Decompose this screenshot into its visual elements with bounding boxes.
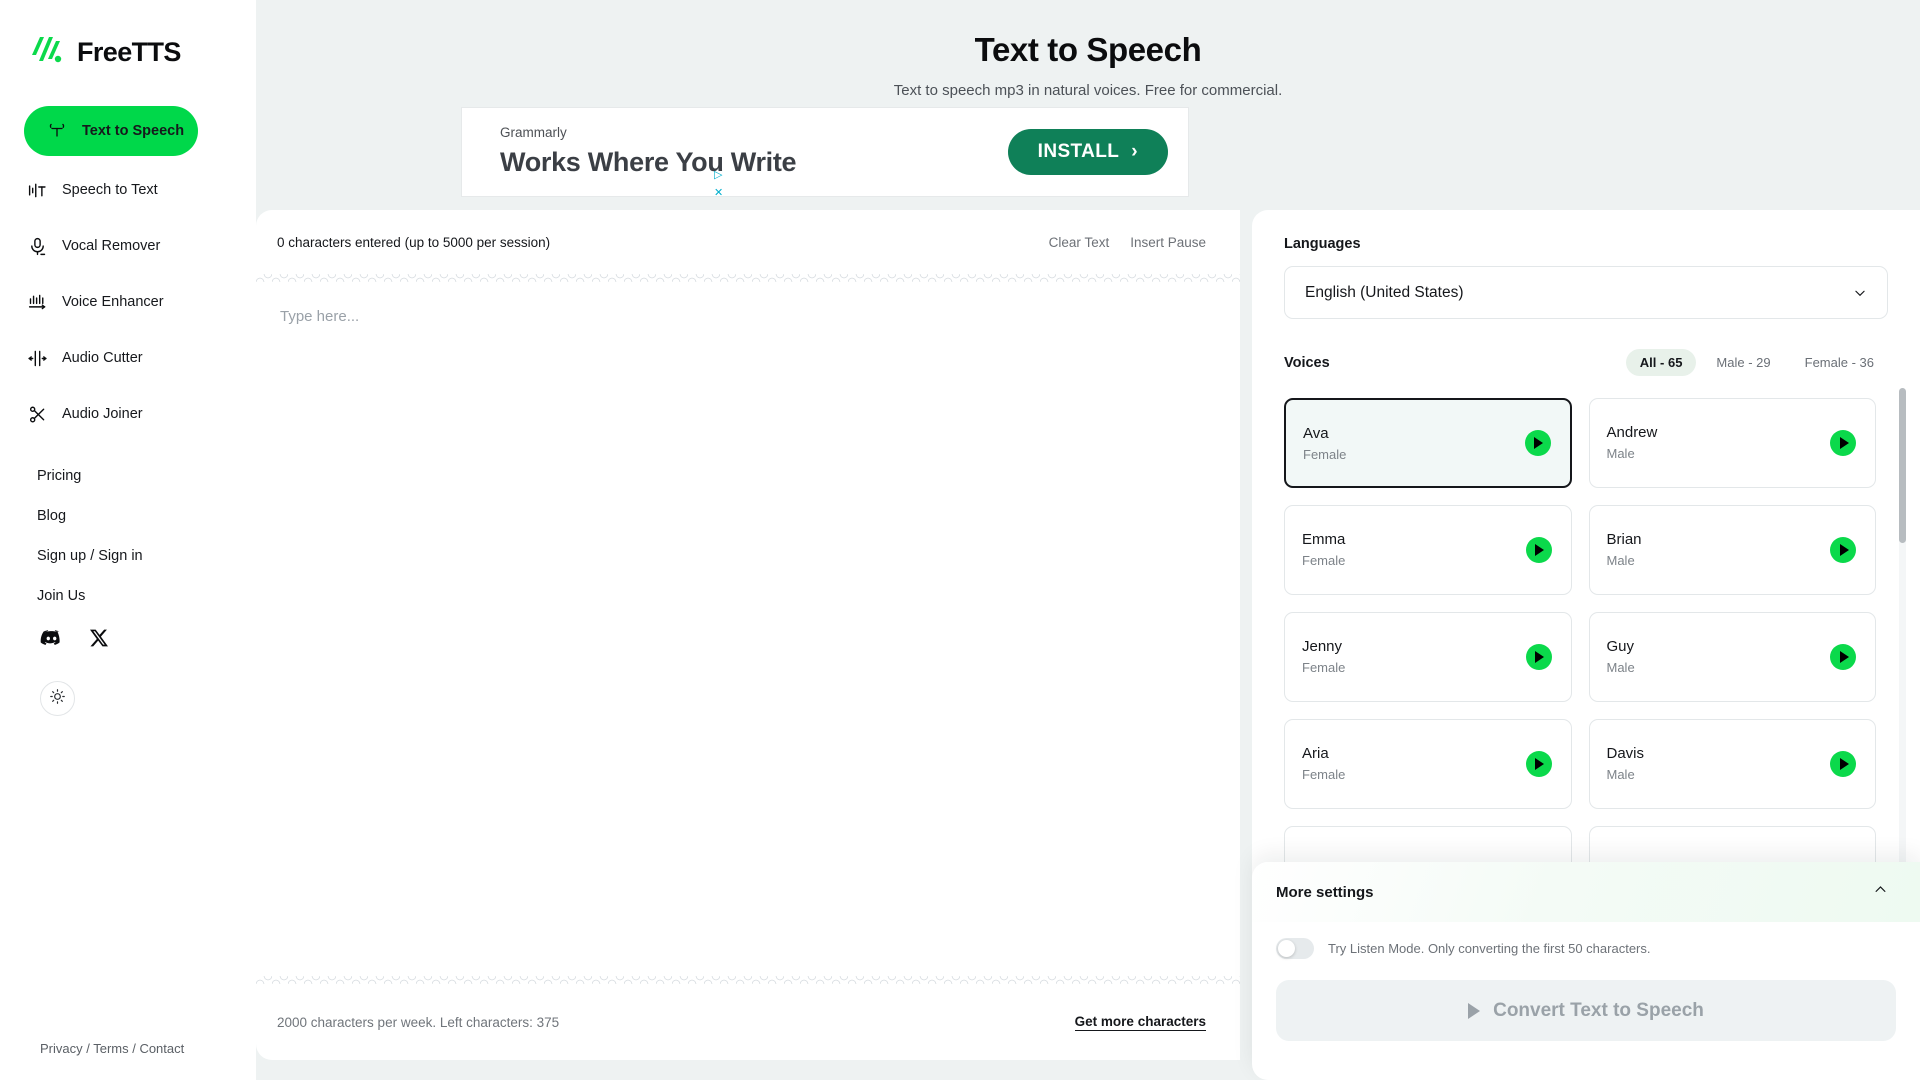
ad-text: Grammarly Works Where You Write bbox=[462, 124, 1008, 179]
voice-enhancer-icon bbox=[26, 291, 48, 313]
sidebar-link-blog[interactable]: Blog bbox=[37, 508, 230, 524]
sidebar-item-label: Voice Enhancer bbox=[62, 294, 164, 310]
sidebar-item-audio-cutter[interactable]: Audio Cutter bbox=[26, 338, 230, 378]
sidebar-item-audio-joiner[interactable]: Audio Joiner bbox=[26, 394, 230, 434]
voice-card-jenny[interactable]: Jenny Female bbox=[1284, 612, 1572, 702]
adchoices-icon[interactable]: ▷ bbox=[714, 168, 722, 181]
play-icon[interactable] bbox=[1525, 537, 1552, 563]
voices-header: Voices All - 65 Male - 29 Female - 36 bbox=[1284, 349, 1888, 376]
sidebar-item-label: Vocal Remover bbox=[62, 238, 161, 254]
languages-label: Languages bbox=[1284, 236, 1361, 252]
language-selected-value: English (United States) bbox=[1305, 283, 1464, 301]
sidebar-item-vocal-remover[interactable]: Vocal Remover bbox=[26, 226, 230, 266]
voice-card-davis[interactable]: Davis Male bbox=[1588, 719, 1876, 809]
ad-brand: Grammarly bbox=[500, 124, 567, 140]
ad-banner[interactable]: Grammarly Works Where You Write INSTALL … bbox=[461, 107, 1189, 197]
chevron-down-icon bbox=[1853, 286, 1867, 300]
voices-scrollbar-thumb[interactable] bbox=[1899, 388, 1906, 543]
sidebar-item-voice-enhancer[interactable]: Voice Enhancer bbox=[26, 282, 230, 322]
voices-label: Voices bbox=[1284, 354, 1330, 371]
sidebar-item-label: Speech to Text bbox=[62, 182, 158, 198]
voice-card-emma[interactable]: Emma Female bbox=[1284, 505, 1572, 595]
theme-toggle-button[interactable] bbox=[40, 681, 75, 716]
sidebar-nav: Text to Speech Speech to Text Vocal Remo… bbox=[0, 106, 256, 604]
sidebar-link-pricing[interactable]: Pricing bbox=[37, 468, 230, 484]
ad-install-label: INSTALL bbox=[1037, 141, 1120, 162]
text-input-area[interactable]: Type here... bbox=[256, 282, 1240, 976]
divider-wavy-bottom bbox=[256, 976, 1240, 984]
filter-all[interactable]: All - 65 bbox=[1625, 349, 1697, 376]
filter-female[interactable]: Female - 36 bbox=[1791, 349, 1888, 376]
ad-install-button[interactable]: INSTALL › bbox=[1007, 129, 1168, 175]
sidebar-item-text-to-speech[interactable]: Text to Speech bbox=[24, 106, 198, 156]
chevron-up-icon[interactable] bbox=[1873, 882, 1888, 902]
divider-wavy-top bbox=[256, 274, 1240, 282]
voice-grid: Ava Female Andrew Male Emma Female Brian… bbox=[1284, 398, 1876, 916]
voice-card-brian[interactable]: Brian Male bbox=[1588, 505, 1876, 595]
listen-mode-label: Try Listen Mode. Only converting the fir… bbox=[1328, 941, 1651, 956]
voice-card-andrew[interactable]: Andrew Male bbox=[1588, 398, 1876, 488]
more-settings-header[interactable]: More settings bbox=[1252, 862, 1920, 922]
sidebar-footer-links[interactable]: Privacy / Terms / Contact bbox=[40, 1041, 184, 1056]
speech-to-text-icon bbox=[26, 179, 48, 201]
more-settings-title: More settings bbox=[1276, 883, 1374, 901]
sidebar-item-label: Audio Cutter bbox=[62, 350, 143, 366]
text-editor-panel: 0 characters entered (up to 5000 per ses… bbox=[256, 210, 1240, 1060]
sidebar-link-join-us[interactable]: Join Us bbox=[37, 588, 230, 604]
sidebar-item-label: Text to Speech bbox=[82, 123, 185, 139]
editor-actions: Clear Text Insert Pause bbox=[1049, 235, 1206, 250]
play-icon[interactable] bbox=[1525, 644, 1552, 670]
social-links bbox=[40, 628, 256, 653]
brand[interactable]: FreeTTS bbox=[0, 0, 256, 78]
play-icon[interactable] bbox=[1525, 751, 1552, 777]
text-input-placeholder: Type here... bbox=[280, 308, 360, 325]
close-icon[interactable]: ✕ bbox=[714, 186, 723, 199]
sidebar-item-label: Audio Joiner bbox=[62, 406, 143, 422]
get-more-characters-link[interactable]: Get more characters bbox=[1074, 1014, 1206, 1031]
freetts-logo-icon bbox=[26, 33, 66, 71]
discord-icon[interactable] bbox=[40, 629, 63, 652]
page-title: Text to Speech bbox=[974, 31, 1202, 68]
sidebar: FreeTTS Text to Speech Speech to Text Vo… bbox=[0, 0, 256, 1080]
voice-settings-inner: Languages English (United States) Voices… bbox=[1252, 210, 1920, 916]
play-icon[interactable] bbox=[1830, 644, 1856, 670]
play-icon bbox=[1468, 1002, 1481, 1019]
character-count-label: 0 characters entered (up to 5000 per ses… bbox=[277, 234, 551, 250]
editor-toolbar: 0 characters entered (up to 5000 per ses… bbox=[256, 210, 1240, 274]
voice-filter-pills: All - 65 Male - 29 Female - 36 bbox=[1625, 349, 1888, 376]
voice-card-aria[interactable]: Aria Female bbox=[1284, 719, 1572, 809]
convert-button-label: Convert Text to Speech bbox=[1493, 999, 1704, 1021]
play-icon[interactable] bbox=[1830, 751, 1856, 777]
listen-mode-toggle[interactable] bbox=[1276, 938, 1314, 959]
app-root: FreeTTS Text to Speech Speech to Text Vo… bbox=[0, 0, 1920, 1080]
sun-icon bbox=[49, 688, 66, 710]
sidebar-item-speech-to-text[interactable]: Speech to Text bbox=[26, 170, 230, 210]
x-twitter-icon[interactable] bbox=[89, 628, 109, 653]
filter-male[interactable]: Male - 29 bbox=[1702, 349, 1784, 376]
audio-cutter-icon bbox=[26, 347, 48, 369]
editor-footer: 2000 characters per week. Left character… bbox=[256, 984, 1240, 1060]
text-to-speech-icon bbox=[46, 120, 68, 142]
convert-text-to-speech-button[interactable]: Convert Text to Speech bbox=[1276, 980, 1896, 1041]
voice-card-guy[interactable]: Guy Male bbox=[1588, 612, 1876, 702]
insert-pause-button[interactable]: Insert Pause bbox=[1130, 235, 1206, 250]
sidebar-link-signup-signin[interactable]: Sign up / Sign in bbox=[37, 548, 230, 564]
more-settings-panel: More settings Try Listen Mode. Only conv… bbox=[1252, 862, 1920, 1080]
play-icon[interactable] bbox=[1830, 537, 1856, 563]
microphone-icon bbox=[26, 235, 48, 257]
listen-mode-row: Try Listen Mode. Only converting the fir… bbox=[1252, 922, 1920, 959]
voices-scrollbar[interactable] bbox=[1899, 388, 1906, 888]
play-icon[interactable] bbox=[1524, 430, 1551, 456]
quota-note: 2000 characters per week. Left character… bbox=[277, 1014, 560, 1030]
language-select[interactable]: English (United States) bbox=[1284, 266, 1888, 319]
scissors-icon bbox=[26, 403, 48, 425]
clear-text-button[interactable]: Clear Text bbox=[1049, 235, 1110, 250]
voice-card-ava[interactable]: Ava Female bbox=[1284, 398, 1572, 488]
chevron-right-icon: › bbox=[1131, 141, 1138, 162]
ad-headline: Works Where You Write bbox=[500, 147, 797, 178]
brand-name: FreeTTS bbox=[77, 36, 181, 67]
page-subtitle: Text to speech mp3 in natural voices. Fr… bbox=[893, 82, 1283, 99]
play-icon[interactable] bbox=[1830, 430, 1856, 456]
